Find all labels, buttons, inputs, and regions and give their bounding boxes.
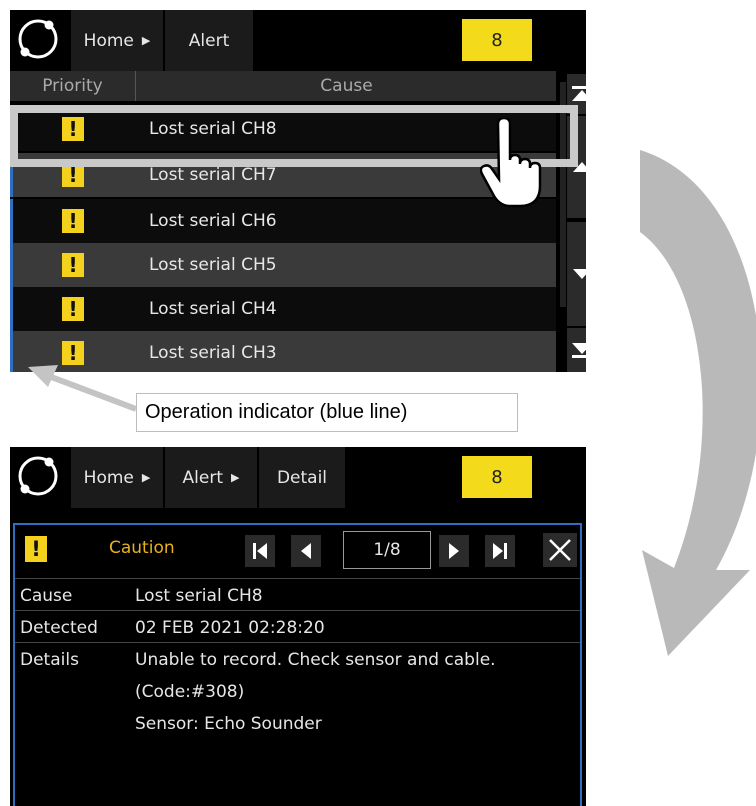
alert-detail-screen: Home ▶ Alert ▶ Detail 8 ! Caution 1/8 Ca… xyxy=(10,447,586,806)
alert-list-screen: Home ▶ Alert 8 Priority Cause ! Lost ser… xyxy=(10,10,586,372)
warning-icon: ! xyxy=(62,253,84,277)
page-indicator: 1/8 xyxy=(343,531,431,569)
warning-icon: ! xyxy=(62,341,84,365)
top-bar: Home ▶ Alert 8 xyxy=(10,10,586,71)
scroll-up-icon xyxy=(573,162,586,172)
breadcrumb-alert[interactable]: Alert xyxy=(165,10,253,71)
header-priority: Priority xyxy=(10,71,136,101)
breadcrumb-home-label: Home xyxy=(83,30,134,51)
operation-indicator-line xyxy=(10,243,13,287)
operation-indicator-line xyxy=(10,199,13,243)
alert-count-badge[interactable]: 8 xyxy=(462,456,532,498)
previous-page-button[interactable] xyxy=(291,535,321,567)
detail-header: ! Caution 1/8 xyxy=(15,525,580,575)
breadcrumb-alert-label: Alert xyxy=(188,30,230,51)
chevron-right-icon: ▶ xyxy=(141,471,151,484)
scroll-down-button[interactable] xyxy=(567,222,586,326)
row-cause: Lost serial CH7 xyxy=(149,165,277,185)
operation-indicator-line xyxy=(10,153,13,197)
row-cause: Lost serial CH6 xyxy=(149,211,277,231)
skip-first-icon xyxy=(253,543,267,559)
scroll-bottom-icon xyxy=(572,343,586,358)
close-icon xyxy=(549,539,571,561)
chevron-right-icon: ▶ xyxy=(141,34,151,47)
operation-indicator-callout: Operation indicator (blue line) xyxy=(136,393,518,432)
divider xyxy=(15,578,580,579)
scroll-bottom-button[interactable] xyxy=(567,328,586,372)
warning-icon: ! xyxy=(62,117,84,141)
warning-icon: ! xyxy=(62,163,84,187)
breadcrumb-home[interactable]: Home ▶ xyxy=(71,447,163,508)
breadcrumb-home[interactable]: Home ▶ xyxy=(71,10,163,71)
pointing-hand-icon xyxy=(480,118,542,208)
table-row[interactable]: ! Lost serial CH8 xyxy=(10,107,556,151)
row-cause: Lost serial CH4 xyxy=(149,299,277,319)
first-page-button[interactable] xyxy=(245,535,275,567)
warning-icon: ! xyxy=(62,297,84,321)
next-icon xyxy=(449,543,459,559)
breadcrumb-home-label: Home xyxy=(83,467,134,488)
logo-icon[interactable] xyxy=(16,17,60,61)
priority-label: Caution xyxy=(109,538,175,558)
table-header: Priority Cause xyxy=(10,71,556,101)
chevron-right-icon: ▶ xyxy=(231,471,240,484)
details-label: Details xyxy=(20,650,79,670)
cause-label: Cause xyxy=(20,586,73,606)
curved-arrow-icon xyxy=(640,150,756,656)
header-cause: Cause xyxy=(320,76,373,96)
breadcrumb-detail-label: Detail xyxy=(276,467,328,488)
last-page-button[interactable] xyxy=(485,535,515,567)
breadcrumb-alert[interactable]: Alert ▶ xyxy=(165,447,257,508)
operation-indicator-line xyxy=(10,331,13,372)
details-value-line: Unable to record. Check sensor and cable… xyxy=(135,650,496,670)
detected-label: Detected xyxy=(20,618,98,638)
previous-icon xyxy=(301,543,311,559)
table-row[interactable]: ! Lost serial CH6 xyxy=(10,199,556,243)
close-button[interactable] xyxy=(543,533,577,567)
row-cause: Lost serial CH8 xyxy=(149,119,277,139)
row-cause: Lost serial CH3 xyxy=(149,343,277,363)
breadcrumb-detail[interactable]: Detail xyxy=(259,447,345,508)
top-bar: Home ▶ Alert ▶ Detail 8 xyxy=(10,447,586,508)
skip-last-icon xyxy=(493,543,507,559)
row-cause: Lost serial CH5 xyxy=(149,255,277,275)
operation-indicator-line xyxy=(10,287,13,331)
scrollbar-track[interactable] xyxy=(560,82,566,307)
details-value-line: (Code:#308) xyxy=(135,682,245,702)
warning-icon: ! xyxy=(62,209,84,233)
table-row[interactable]: ! Lost serial CH4 xyxy=(10,287,556,331)
divider xyxy=(15,610,580,611)
table-row[interactable]: ! Lost serial CH5 xyxy=(10,243,556,287)
cause-value: Lost serial CH8 xyxy=(135,586,263,606)
alert-count-badge[interactable]: 8 xyxy=(462,19,532,61)
callout-arrow-icon xyxy=(28,365,138,412)
scroll-top-icon xyxy=(572,86,586,101)
details-value-line: Sensor: Echo Sounder xyxy=(135,714,322,734)
detected-value: 02 FEB 2021 02:28:20 xyxy=(135,618,325,638)
divider xyxy=(15,642,580,643)
scroll-top-button[interactable] xyxy=(567,74,586,114)
warning-icon: ! xyxy=(25,536,47,562)
next-page-button[interactable] xyxy=(439,535,469,567)
scroll-down-icon xyxy=(573,269,586,279)
logo-icon[interactable] xyxy=(16,454,60,498)
breadcrumb-alert-label: Alert xyxy=(182,467,223,488)
detail-panel: ! Caution 1/8 Cause Lost serial CH8 Dete… xyxy=(13,523,582,806)
table-row[interactable]: ! Lost serial CH7 xyxy=(10,153,556,197)
scroll-up-button[interactable] xyxy=(567,116,586,218)
